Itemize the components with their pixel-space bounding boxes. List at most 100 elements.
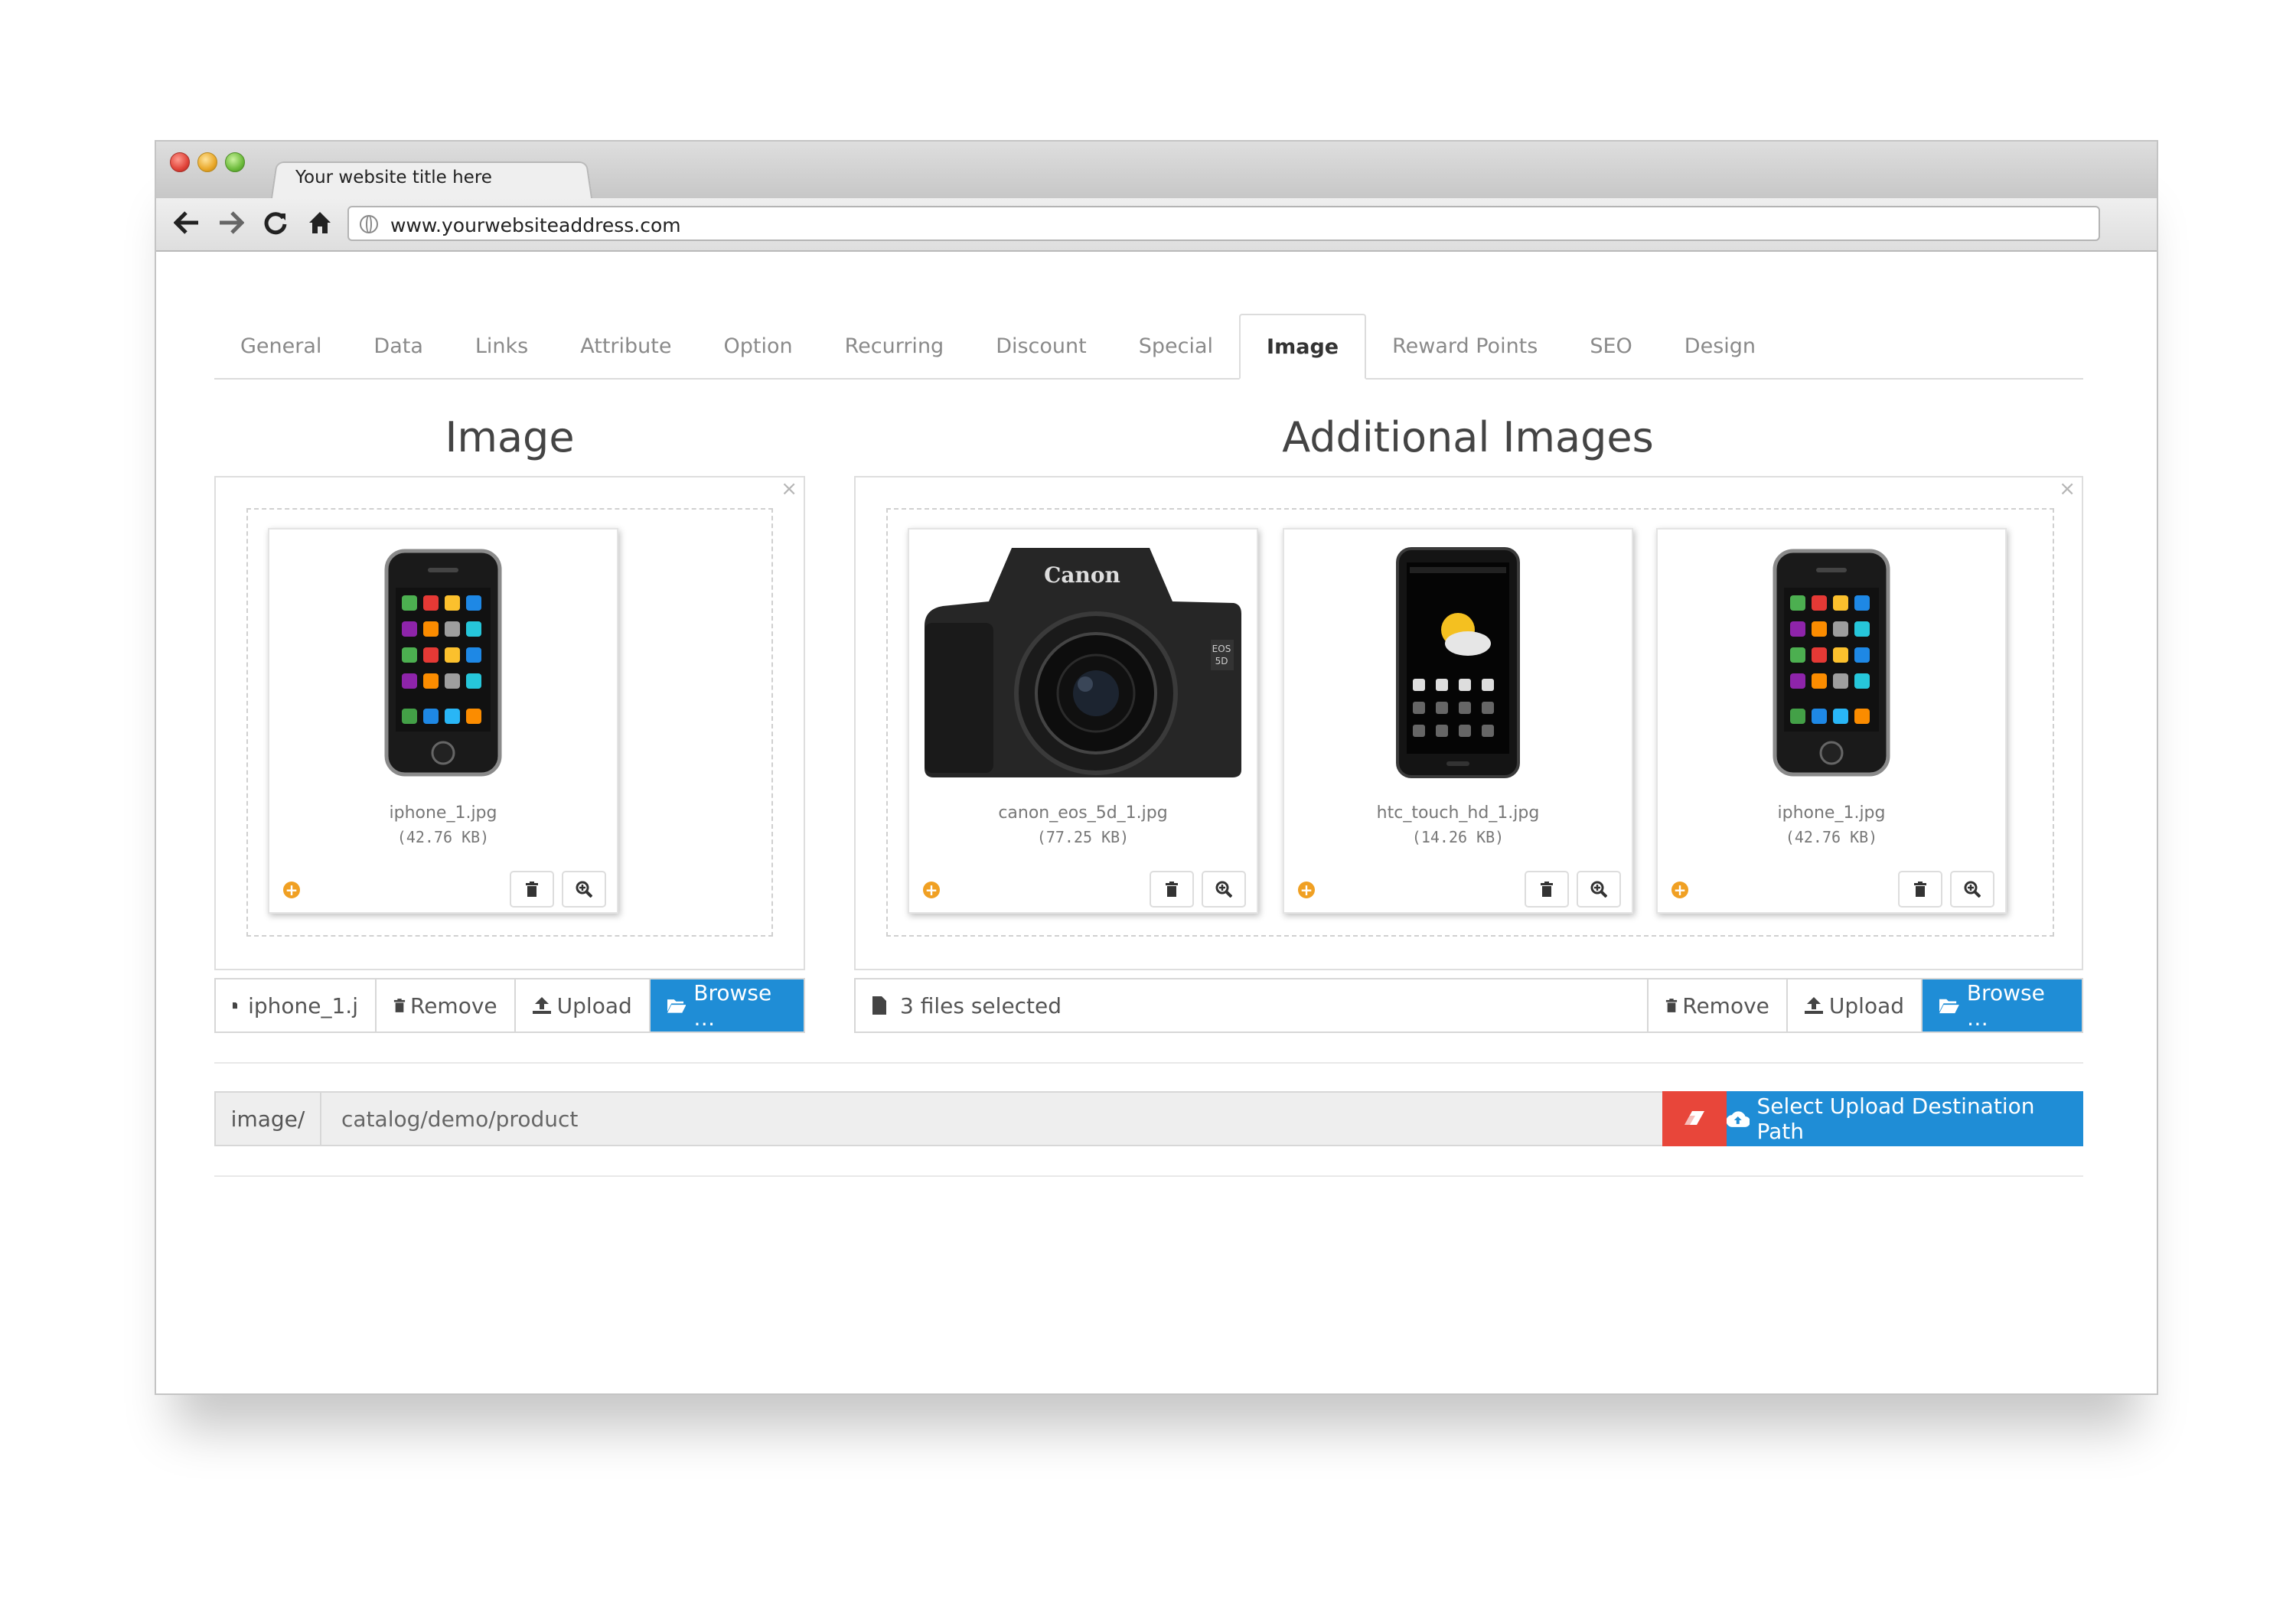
browse-label: Browse … bbox=[1966, 980, 2045, 1031]
svg-text:5D: 5D bbox=[1215, 656, 1228, 666]
canon-camera-thumbnail: Canon EOS 5D bbox=[920, 540, 1246, 785]
file-icon bbox=[872, 996, 886, 1015]
file-size: (77.25 KB) bbox=[1036, 828, 1130, 846]
image-dropzone[interactable]: iphone_1.jpg (42.76 KB) + bbox=[246, 508, 773, 937]
file-name: htc_touch_hd_1.jpg bbox=[1376, 803, 1540, 823]
zoom-in-icon bbox=[1215, 881, 1232, 898]
zoom-in-icon bbox=[576, 881, 592, 898]
tab-recurring[interactable]: Recurring bbox=[819, 314, 970, 378]
add-circle-icon[interactable]: + bbox=[1671, 882, 1688, 898]
svg-text:Canon: Canon bbox=[1044, 562, 1120, 588]
clear-image-close-icon[interactable]: × bbox=[781, 477, 797, 500]
image-file-field[interactable]: iphone_1.j bbox=[216, 979, 377, 1031]
maximize-window-button[interactable] bbox=[225, 152, 245, 172]
image-upload-button[interactable]: Upload bbox=[516, 979, 651, 1031]
select-upload-path-button[interactable]: Select Upload Destination Path bbox=[1727, 1091, 2083, 1146]
upload-icon bbox=[532, 997, 551, 1014]
trash-icon bbox=[1914, 882, 1926, 897]
additional-browse-button[interactable]: Browse … bbox=[1923, 979, 2082, 1031]
upload-label: Upload bbox=[556, 992, 632, 1018]
tab-data[interactable]: Data bbox=[347, 314, 448, 378]
tab-attribute[interactable]: Attribute bbox=[554, 314, 697, 378]
file-size: (42.76 KB) bbox=[1785, 828, 1878, 846]
clear-path-button[interactable] bbox=[1662, 1091, 1727, 1146]
additional-file-field[interactable]: 3 files selected bbox=[856, 979, 1649, 1031]
delete-button[interactable] bbox=[510, 871, 554, 908]
url-text: www.yourwebsiteaddress.com bbox=[390, 214, 681, 236]
file-size: (14.26 KB) bbox=[1411, 828, 1505, 846]
zoom-button[interactable] bbox=[1577, 871, 1621, 908]
folder-open-icon bbox=[1939, 999, 1959, 1014]
browser-titlebar: Your website title here bbox=[156, 142, 2157, 198]
image-preview-card: iphone_1.jpg (42.76 KB) + bbox=[268, 528, 618, 914]
zoom-in-icon bbox=[1964, 881, 1981, 898]
zoom-button[interactable] bbox=[1202, 871, 1246, 908]
zoom-button[interactable] bbox=[562, 871, 606, 908]
file-icon bbox=[233, 1002, 238, 1009]
additional-images-dropzone[interactable]: Canon EOS 5D canon_eos_5d_1.jpg (77.25 K… bbox=[886, 508, 2054, 937]
image-browse-button[interactable]: Browse … bbox=[650, 979, 804, 1031]
image-file-value: iphone_1.j bbox=[248, 992, 358, 1018]
file-name: iphone_1.jpg bbox=[389, 803, 497, 823]
additional-file-input-group: 3 files selected Remove Upload Browse … bbox=[854, 978, 2083, 1033]
tab-links[interactable]: Links bbox=[449, 314, 554, 378]
globe-icon bbox=[360, 215, 378, 233]
add-circle-icon[interactable]: + bbox=[923, 882, 940, 898]
home-icon[interactable] bbox=[305, 206, 335, 240]
svg-text:EOS: EOS bbox=[1212, 644, 1231, 654]
clear-additional-close-icon[interactable]: × bbox=[2059, 477, 2076, 500]
remove-label: Remove bbox=[1682, 992, 1769, 1018]
tab-design[interactable]: Design bbox=[1658, 314, 1782, 378]
tab-reward-points[interactable]: Reward Points bbox=[1366, 314, 1564, 378]
add-circle-icon[interactable]: + bbox=[1298, 882, 1315, 898]
forward-arrow-icon[interactable] bbox=[216, 206, 246, 240]
delete-button[interactable] bbox=[1150, 871, 1194, 908]
additional-images-title: Additional Images bbox=[1282, 413, 1654, 461]
iphone-thumbnail bbox=[280, 540, 606, 785]
delete-button[interactable] bbox=[1898, 871, 1942, 908]
eraser-icon bbox=[1684, 1111, 1704, 1125]
upload-label: Upload bbox=[1828, 992, 1904, 1018]
trash-icon bbox=[1541, 882, 1553, 897]
product-tabs: General Data Links Attribute Option Recu… bbox=[214, 314, 2083, 380]
image-section-title: Image bbox=[445, 413, 575, 461]
image-panel: × iphone_1.jpg (42.76 KB) + bbox=[214, 476, 805, 970]
trash-icon bbox=[1666, 999, 1678, 1012]
back-arrow-icon[interactable] bbox=[171, 206, 202, 240]
htc-phone-thumbnail bbox=[1295, 540, 1621, 785]
divider bbox=[214, 1175, 2083, 1177]
image-file-input-group: iphone_1.j Remove Upload Browse … bbox=[214, 978, 805, 1033]
tab-discount[interactable]: Discount bbox=[970, 314, 1113, 378]
iphone-thumbnail bbox=[1668, 540, 1994, 785]
tab-option[interactable]: Option bbox=[697, 314, 818, 378]
folder-open-icon bbox=[667, 999, 687, 1013]
file-name: canon_eos_5d_1.jpg bbox=[998, 803, 1168, 823]
address-bar[interactable]: www.yourwebsiteaddress.com bbox=[347, 206, 2100, 241]
minimize-window-button[interactable] bbox=[197, 152, 217, 172]
image-remove-button[interactable]: Remove bbox=[377, 979, 516, 1031]
page-content: General Data Links Attribute Option Recu… bbox=[214, 314, 2083, 1177]
select-path-label: Select Upload Destination Path bbox=[1756, 1093, 2035, 1144]
divider bbox=[214, 1062, 2083, 1064]
additional-image-card: htc_touch_hd_1.jpg (14.26 KB) + bbox=[1283, 528, 1633, 914]
close-window-button[interactable] bbox=[170, 152, 190, 172]
trash-icon bbox=[1166, 882, 1178, 897]
window-controls bbox=[170, 152, 245, 172]
cloud-upload-icon bbox=[1727, 1111, 1750, 1127]
add-circle-icon[interactable]: + bbox=[283, 882, 300, 898]
browser-nav bbox=[171, 206, 335, 240]
additional-file-value: 3 files selected bbox=[900, 992, 1062, 1018]
upload-path-input[interactable]: catalog/demo/product bbox=[321, 1091, 1662, 1146]
zoom-in-icon bbox=[1590, 881, 1607, 898]
trash-icon bbox=[393, 999, 406, 1012]
tab-seo[interactable]: SEO bbox=[1564, 314, 1658, 378]
tab-general[interactable]: General bbox=[214, 314, 347, 378]
reload-icon[interactable] bbox=[260, 206, 291, 240]
tab-image[interactable]: Image bbox=[1239, 314, 1367, 380]
tab-special[interactable]: Special bbox=[1113, 314, 1239, 378]
path-prefix: image/ bbox=[214, 1091, 321, 1146]
additional-upload-button[interactable]: Upload bbox=[1788, 979, 1923, 1031]
delete-button[interactable] bbox=[1525, 871, 1569, 908]
additional-remove-button[interactable]: Remove bbox=[1649, 979, 1788, 1031]
zoom-button[interactable] bbox=[1950, 871, 1994, 908]
